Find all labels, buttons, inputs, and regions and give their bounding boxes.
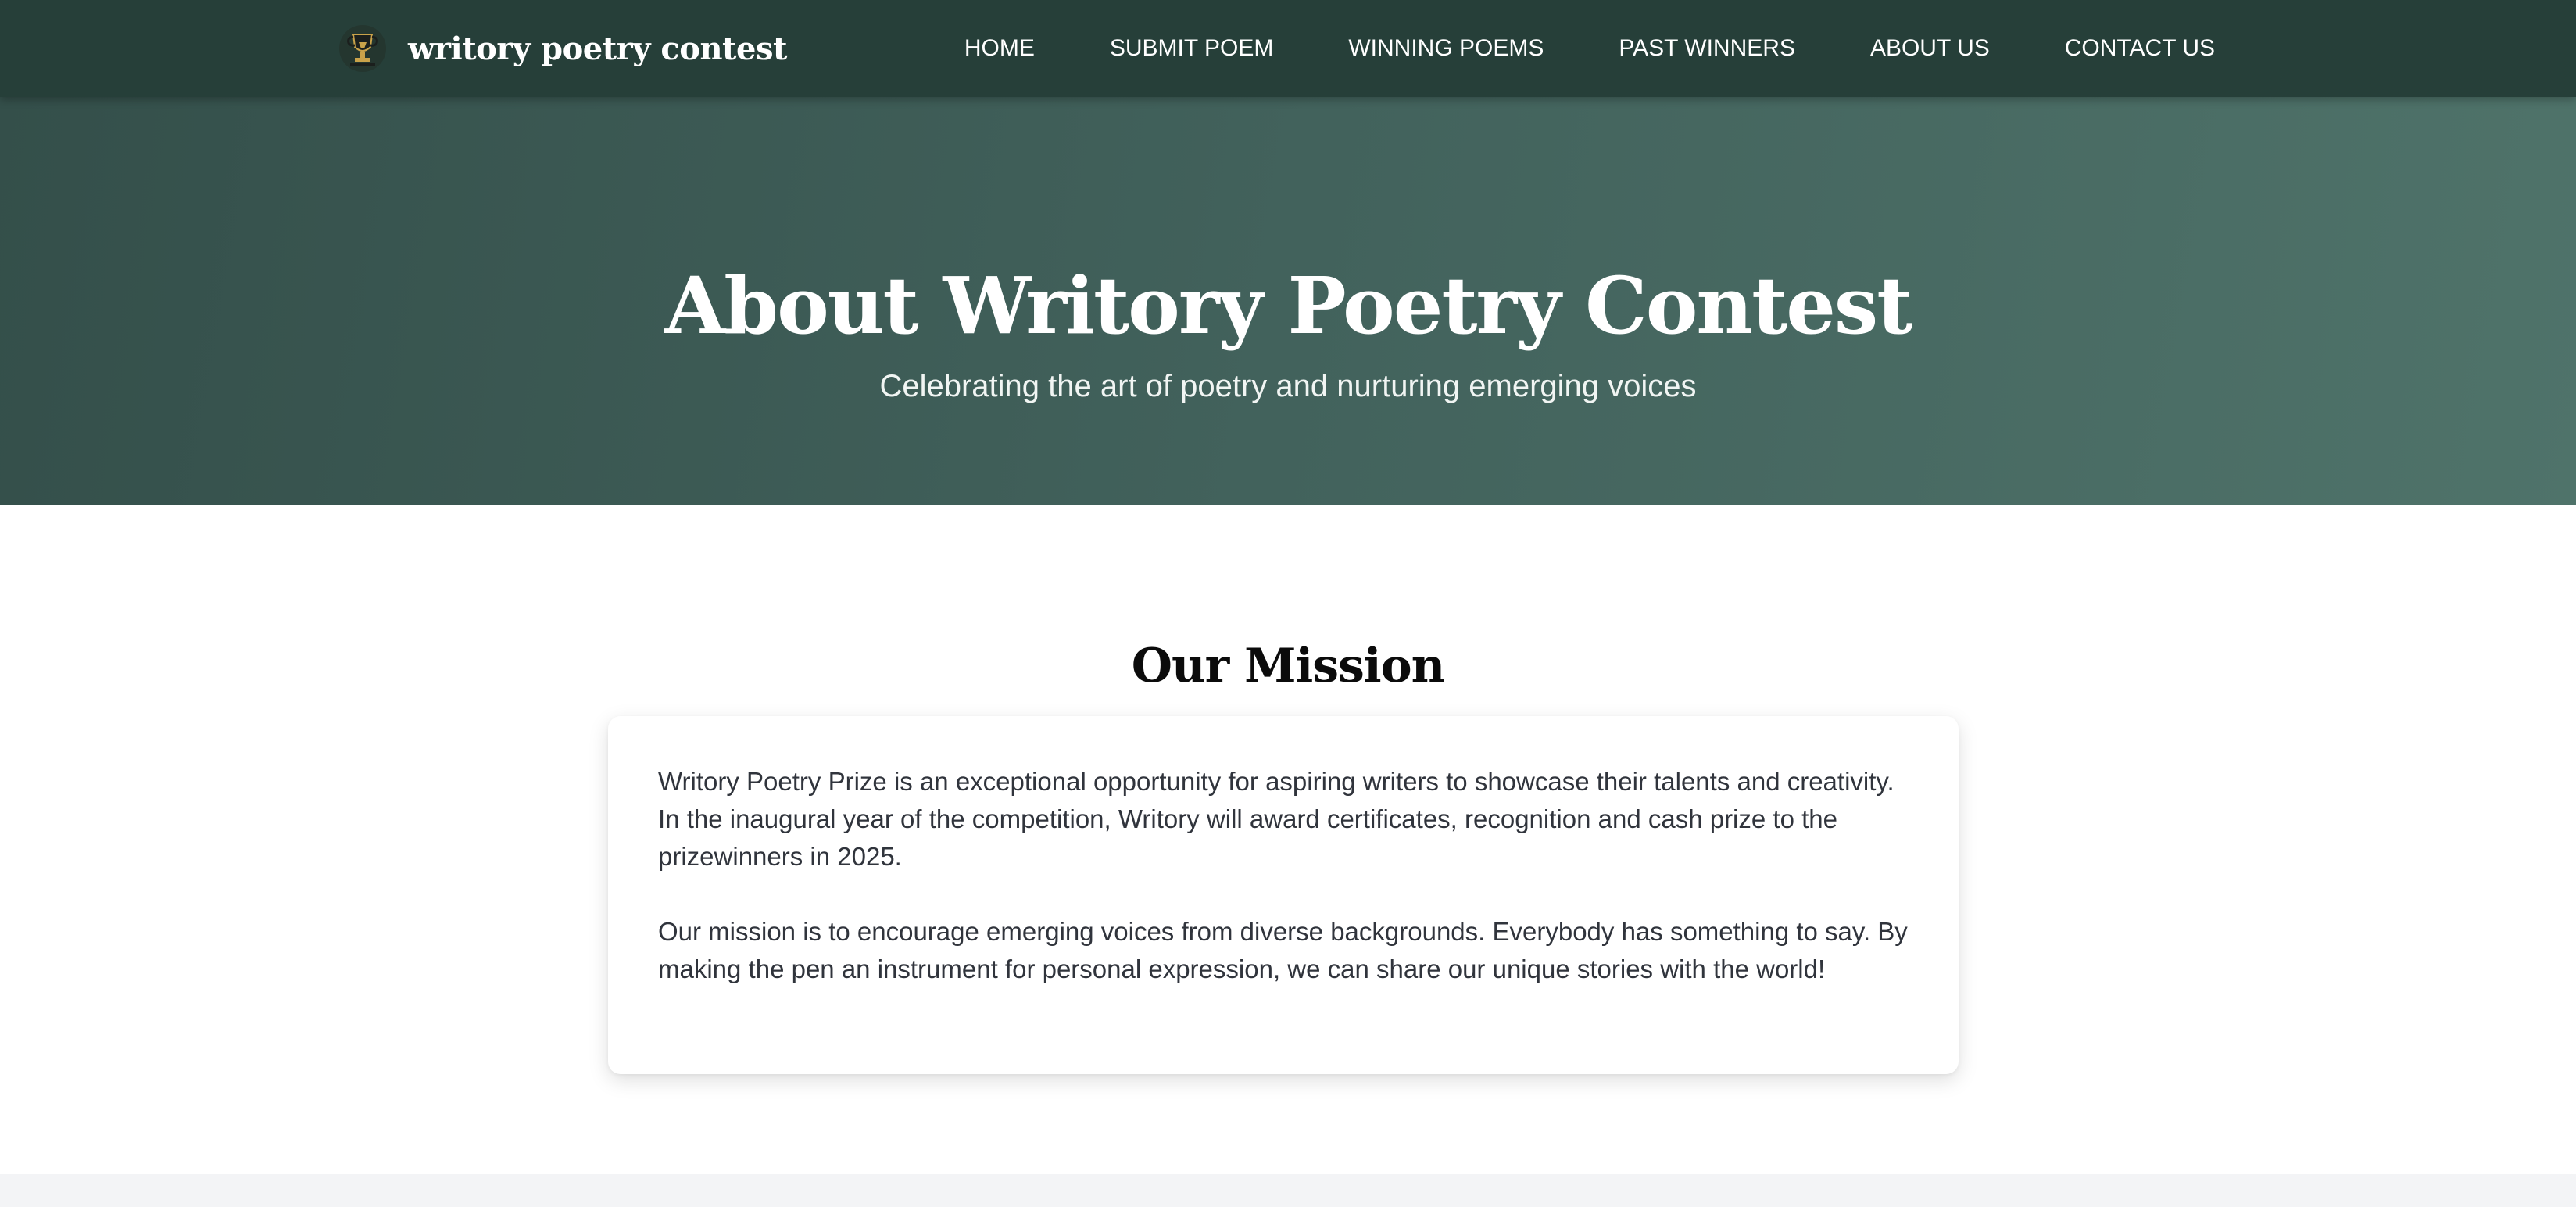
mission-paragraph: Writory Poetry Prize is an exceptional o… [658, 767, 1894, 871]
hero-subtitle: Celebrating the art of poetry and nurtur… [879, 369, 1697, 403]
mission-card: Writory Poetry Prize is an exceptional o… [608, 716, 1959, 1074]
nav-about-us[interactable]: ABOUT US [1870, 35, 1990, 62]
top-navbar: writory poetry contest HOME SUBMIT POEM … [0, 0, 2576, 97]
nav-winning-poems[interactable]: WINNING POEMS [1348, 35, 1544, 62]
next-section-edge [0, 1174, 2576, 1207]
mission-paragraph: Our mission is to encourage emerging voi… [658, 917, 1908, 983]
brand-name: writory poetry contest [408, 30, 787, 67]
nav-home[interactable]: HOME [964, 35, 1035, 62]
mission-title: Our Mission [1131, 638, 1446, 693]
main-nav: HOME SUBMIT POEM WINNING POEMS PAST WINN… [964, 0, 2215, 97]
hero-title: About Writory Poetry Contest [664, 260, 1913, 352]
hero-banner: About Writory Poetry Contest Celebrating… [0, 97, 2576, 505]
nav-contact-us[interactable]: CONTACT US [2065, 35, 2215, 62]
nav-submit-poem[interactable]: SUBMIT POEM [1110, 35, 1273, 62]
brand-home-link[interactable]: writory poetry contest [338, 22, 787, 75]
trophy-logo-icon [338, 23, 388, 73]
nav-past-winners[interactable]: PAST WINNERS [1619, 35, 1795, 62]
